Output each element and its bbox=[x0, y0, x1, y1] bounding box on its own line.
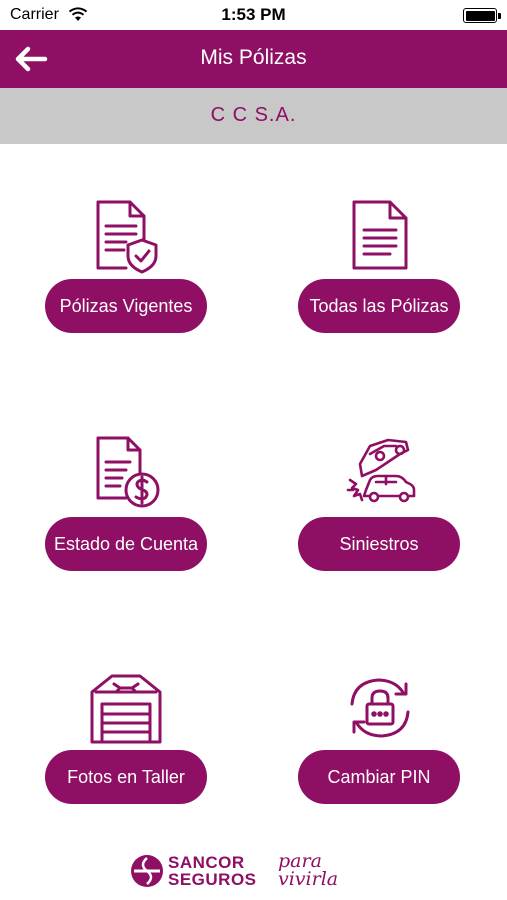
document-dollar-icon bbox=[96, 436, 160, 508]
estado-de-cuenta-button[interactable]: Estado de Cuenta bbox=[45, 517, 207, 571]
page-title: Mis Pólizas bbox=[200, 46, 307, 69]
todas-las-polizas-button[interactable]: Todas las Pólizas bbox=[298, 279, 460, 333]
cambiar-pin-button[interactable]: Cambiar PIN bbox=[298, 750, 460, 804]
company-name: C C S.A. bbox=[210, 104, 297, 126]
fotos-en-taller-button[interactable]: Fotos en Taller bbox=[45, 750, 207, 804]
document-icon bbox=[352, 200, 408, 270]
garage-icon bbox=[90, 674, 162, 744]
status-bar: Carrier 1:53 PM bbox=[0, 0, 507, 30]
car-crash-icon bbox=[346, 438, 416, 503]
clock: 1:53 PM bbox=[221, 5, 286, 24]
nav-bar: Mis Pólizas bbox=[0, 30, 507, 88]
lock-refresh-icon bbox=[350, 678, 410, 738]
sancor-logo: SANCOR SEGUROS para vivirla bbox=[130, 852, 380, 896]
brand-name: SANCOR SEGUROS bbox=[168, 853, 257, 889]
back-arrow-icon[interactable] bbox=[12, 44, 48, 74]
battery-icon bbox=[463, 8, 501, 23]
brand-slogan: para vivirla bbox=[278, 850, 339, 890]
siniestros-button[interactable]: Siniestros bbox=[298, 517, 460, 571]
polizas-vigentes-button[interactable]: Pólizas Vigentes bbox=[45, 279, 207, 333]
sancor-emblem-icon bbox=[131, 855, 163, 887]
document-shield-icon bbox=[96, 200, 158, 274]
company-header: C C S.A. bbox=[0, 88, 507, 144]
